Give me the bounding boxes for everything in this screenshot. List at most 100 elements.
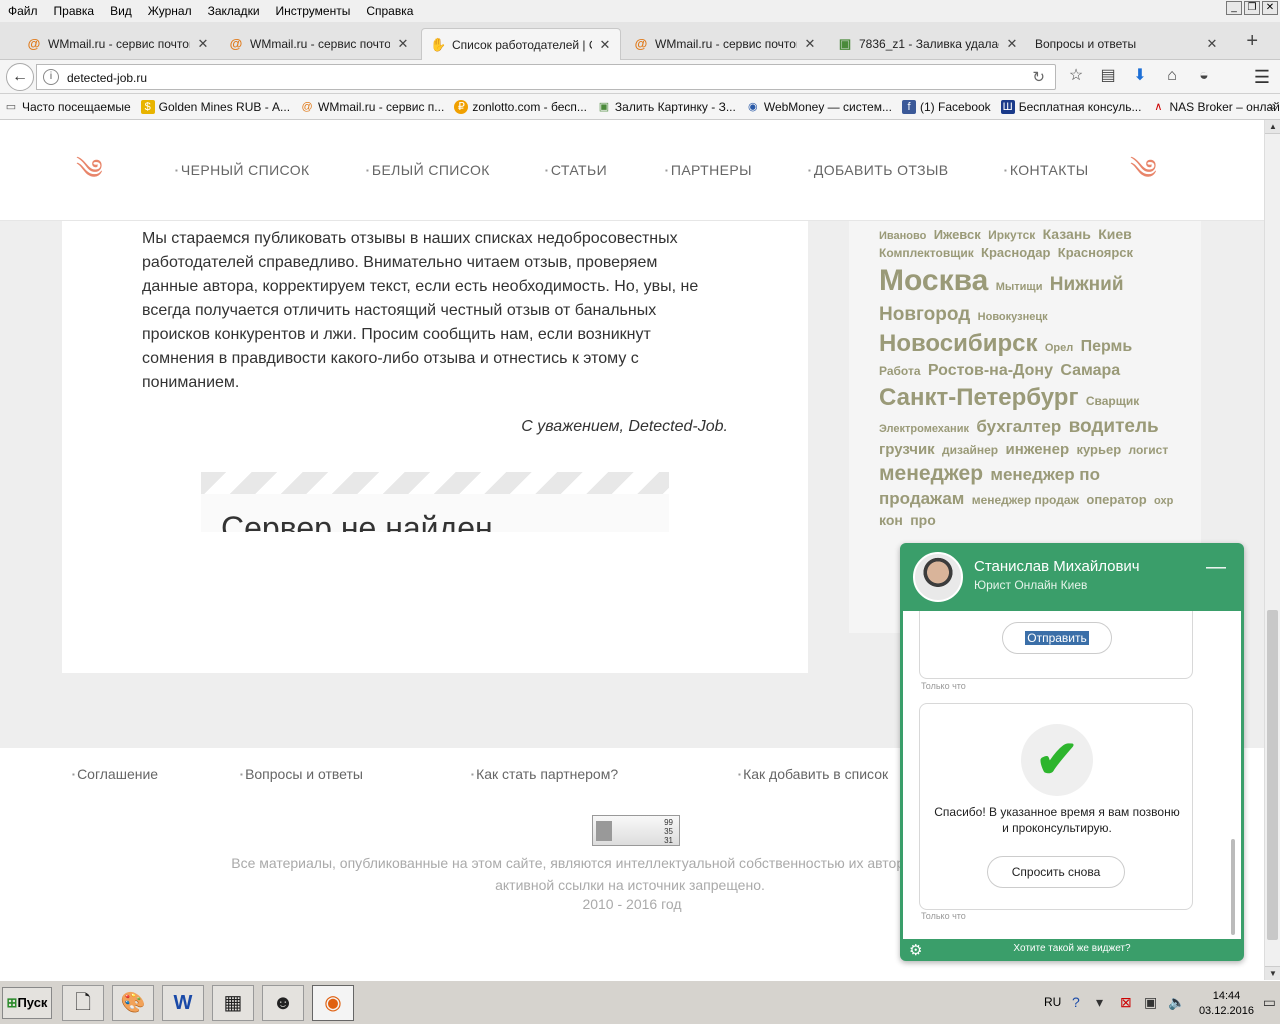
- bookmark-upload-image[interactable]: ▣ Залить Картинку - З...: [597, 100, 736, 114]
- show-desktop-icon[interactable]: ▭: [1263, 994, 1276, 1011]
- tag-link[interactable]: оператор: [1086, 492, 1146, 507]
- close-icon[interactable]: ✕: [1262, 1, 1278, 15]
- tag-link[interactable]: Новосибирск: [879, 330, 1037, 357]
- back-icon[interactable]: ←: [6, 63, 34, 91]
- tag-link[interactable]: Нижний: [1050, 274, 1124, 295]
- tab-employers-list[interactable]: ✋ Список работодателей | С... ✕: [421, 28, 621, 60]
- url-text[interactable]: detected-job.ru: [67, 71, 147, 85]
- close-tab-icon[interactable]: ✕: [803, 36, 817, 52]
- menu-history[interactable]: Журнал: [140, 4, 200, 18]
- url-bar[interactable]: i detected-job.ru ↻: [36, 64, 1056, 90]
- bookmark-zonlotto[interactable]: ₽ zonlotto.com - бесп...: [454, 99, 587, 114]
- nav-contacts[interactable]: КОНТАКТЫ: [1004, 162, 1089, 178]
- restore-icon[interactable]: ❐: [1244, 1, 1260, 15]
- tag-link[interactable]: менеджер: [879, 462, 983, 485]
- bookmark-wmmail[interactable]: @ WMmail.ru - сервис п...: [300, 100, 444, 114]
- home-icon[interactable]: ⌂: [1162, 66, 1182, 86]
- bookmark-golden-mines[interactable]: $ Golden Mines RUB - А...: [140, 99, 290, 114]
- close-tab-icon[interactable]: ✕: [598, 37, 612, 53]
- star-icon[interactable]: ☆: [1066, 66, 1086, 86]
- tab-image-upload[interactable]: ▣ 7836_z1 - Заливка удалас... ✕: [829, 28, 1027, 60]
- chat-body[interactable]: Отправить Только что ✔ Спасибо! В указан…: [903, 611, 1241, 939]
- tag-link[interactable]: Москва: [879, 264, 988, 297]
- tag-link[interactable]: Санкт-Петербург: [879, 384, 1078, 411]
- tab-wmmail-3[interactable]: @ WMmail.ru - сервис почтов... ✕: [625, 28, 825, 60]
- language-indicator[interactable]: RU: [1044, 995, 1061, 1009]
- new-tab-icon[interactable]: +: [1246, 30, 1258, 53]
- clock[interactable]: 14:44 03.12.2016: [1199, 989, 1254, 1019]
- send-button[interactable]: Отправить: [1002, 622, 1112, 654]
- tag-link[interactable]: менеджер продаж: [972, 493, 1079, 507]
- close-tab-icon[interactable]: ✕: [196, 36, 210, 52]
- tag-link[interactable]: Новокузнецк: [978, 311, 1048, 323]
- tag-link[interactable]: Краснодар: [981, 245, 1050, 260]
- tag-link[interactable]: грузчик: [879, 441, 935, 458]
- info-icon[interactable]: i: [43, 69, 59, 85]
- tag-link[interactable]: водитель: [1069, 416, 1159, 437]
- footer-agreement-link[interactable]: Соглашение: [72, 766, 158, 782]
- tag-link[interactable]: бухгалтер: [976, 417, 1061, 436]
- close-tab-icon[interactable]: ✕: [1205, 36, 1219, 52]
- tag-link[interactable]: Ижевск: [934, 227, 981, 242]
- tag-link[interactable]: Красноярск: [1058, 245, 1133, 260]
- bookmark-webmoney[interactable]: ◉ WebMoney — систем...: [746, 100, 892, 114]
- minimize-chat-icon[interactable]: —: [1206, 556, 1226, 579]
- bookmark-most-visited[interactable]: ▭ Часто посещаемые: [4, 100, 131, 114]
- bookmark-facebook[interactable]: f (1) Facebook: [901, 99, 991, 114]
- menu-tools[interactable]: Инструменты: [268, 4, 359, 18]
- footer-partner-link[interactable]: Как стать партнером?: [471, 766, 618, 782]
- scroll-down-icon[interactable]: ▼: [1265, 966, 1280, 980]
- scroll-thumb[interactable]: [1267, 610, 1278, 940]
- chat-scrollbar[interactable]: [1231, 839, 1235, 935]
- close-tab-icon[interactable]: ✕: [1005, 36, 1019, 52]
- tag-link[interactable]: Пермь: [1081, 338, 1133, 355]
- tag-link[interactable]: Ростов-на-Дону: [928, 362, 1053, 379]
- tag-link[interactable]: кон: [879, 512, 903, 528]
- menu-bookmarks[interactable]: Закладки: [200, 4, 268, 18]
- minimize-icon[interactable]: _: [1226, 1, 1242, 15]
- ghost-app-icon[interactable]: ☻: [262, 985, 304, 1021]
- menu-file[interactable]: Файл: [0, 4, 46, 18]
- tag-link[interactable]: Киев: [1098, 226, 1132, 242]
- tag-link[interactable]: Орел: [1045, 342, 1073, 354]
- word-icon[interactable]: W: [162, 985, 204, 1021]
- tag-link[interactable]: логист: [1128, 443, 1168, 457]
- tag-link[interactable]: Казань: [1043, 226, 1091, 242]
- download-icon[interactable]: ⬇: [1130, 66, 1150, 86]
- expand-tray-icon[interactable]: ▾: [1096, 994, 1103, 1011]
- tag-link[interactable]: Электромеханик: [879, 423, 969, 435]
- control-panel-icon[interactable]: ▦: [212, 985, 254, 1021]
- tag-link[interactable]: инженер: [1005, 441, 1069, 458]
- tag-link[interactable]: менеджер по: [990, 465, 1100, 484]
- tag-link[interactable]: Иркутск: [988, 228, 1035, 242]
- more-bookmarks-icon[interactable]: »: [1269, 98, 1276, 113]
- tab-faq[interactable]: Вопросы и ответы ✕: [1027, 28, 1227, 60]
- library-icon[interactable]: ▤: [1098, 66, 1118, 86]
- tag-link[interactable]: Работа: [879, 364, 921, 378]
- paint-icon[interactable]: 🎨: [112, 985, 154, 1021]
- network-icon[interactable]: ⊠: [1120, 994, 1132, 1011]
- menu-icon[interactable]: ☰: [1254, 67, 1270, 88]
- tag-link[interactable]: Новгород: [879, 304, 970, 325]
- volume-icon[interactable]: 🔈: [1168, 994, 1185, 1011]
- nav-articles[interactable]: СТАТЬИ: [545, 162, 607, 178]
- footer-faq-link[interactable]: Вопросы и ответы: [240, 766, 363, 782]
- tag-link[interactable]: Сварщик: [1086, 394, 1139, 408]
- widget-promo-link[interactable]: Хотите такой же виджет?: [900, 943, 1244, 954]
- tag-link[interactable]: Самара: [1060, 362, 1120, 379]
- tag-link[interactable]: про: [910, 512, 936, 528]
- tag-link[interactable]: дизайнер: [942, 443, 998, 457]
- firefox-icon[interactable]: ◉: [312, 985, 354, 1021]
- bookmark-free-consult[interactable]: Ш Бесплатная консуль...: [1000, 99, 1141, 114]
- nav-blacklist[interactable]: ЧЕРНЫЙ СПИСОК: [175, 162, 310, 178]
- menu-edit[interactable]: Правка: [46, 4, 103, 18]
- tag-link[interactable]: курьер: [1076, 442, 1121, 457]
- reload-icon[interactable]: ↻: [1032, 68, 1045, 86]
- close-tab-icon[interactable]: ✕: [396, 36, 410, 52]
- ask-again-button[interactable]: Спросить снова: [987, 856, 1125, 888]
- tab-wmmail-1[interactable]: @ WMmail.ru - сервис почтов... ✕: [18, 28, 218, 60]
- tag-link[interactable]: продажам: [879, 489, 964, 508]
- help-icon[interactable]: ?: [1072, 994, 1080, 1010]
- scroll-up-icon[interactable]: ▲: [1265, 120, 1280, 134]
- nav-whitelist[interactable]: БЕЛЫЙ СПИСОК: [366, 162, 490, 178]
